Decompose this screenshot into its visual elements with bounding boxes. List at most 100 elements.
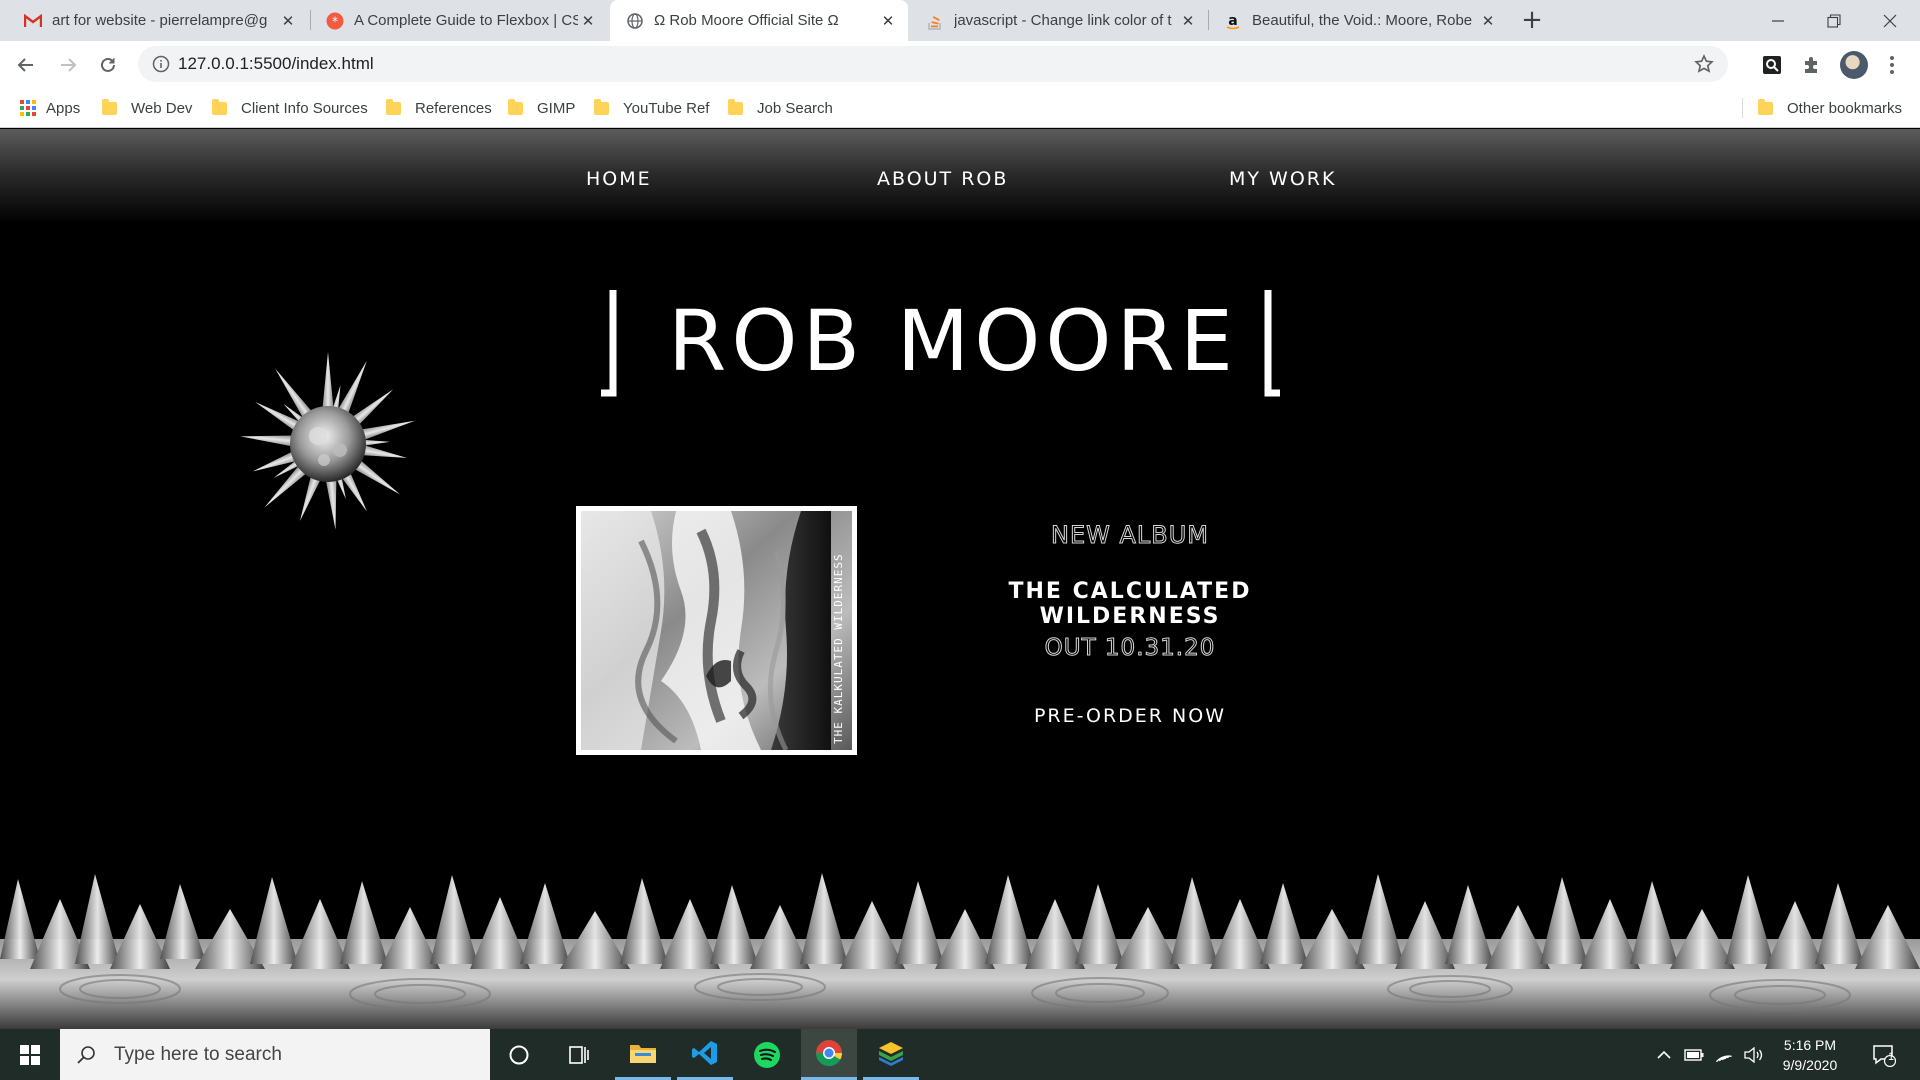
tab-stackoverflow[interactable]: javascript - Change link color of t ✕ xyxy=(910,0,1208,41)
tab-title: javascript - Change link color of t xyxy=(954,12,1172,29)
bluestacks-icon[interactable] xyxy=(863,1029,919,1080)
folder-icon xyxy=(1758,98,1773,115)
css-tricks-icon: * xyxy=(326,12,344,30)
gmail-icon xyxy=(24,12,42,30)
wifi-icon[interactable] xyxy=(1710,1029,1738,1080)
tab-rob-moore-site[interactable]: Ω Rob Moore Official Site Ω ✕ xyxy=(610,0,908,41)
nav-about-link[interactable]: ABOUT ROB xyxy=(877,168,1008,190)
folder-icon xyxy=(728,98,743,115)
bookmark-client-info-sources[interactable]: Client Info Sources xyxy=(212,88,368,128)
folder-icon xyxy=(212,98,227,115)
address-bar[interactable]: 127.0.0.1:5500/index.html xyxy=(138,46,1728,82)
bookmark-label: Client Info Sources xyxy=(241,99,368,117)
close-icon[interactable]: ✕ xyxy=(578,12,598,30)
stackoverflow-icon xyxy=(926,12,944,30)
bookmark-label: Apps xyxy=(46,99,81,117)
folder-icon xyxy=(594,98,609,115)
profile-avatar[interactable] xyxy=(1840,51,1868,79)
tab-title: Beautiful, the Void.: Moore, Robe xyxy=(1252,12,1473,29)
web-page: HOME ABOUT ROB MY WORK ROB MOORE THE KAL… xyxy=(0,129,1920,1029)
bookmark-youtube-ref[interactable]: YouTube Ref xyxy=(594,88,709,128)
bookmark-label: Other bookmarks xyxy=(1787,99,1903,117)
bookmark-gimp[interactable]: GIMP xyxy=(508,88,575,128)
bookmark-job-search[interactable]: Job Search xyxy=(728,88,833,128)
close-icon[interactable]: ✕ xyxy=(278,12,298,30)
close-window-button[interactable] xyxy=(1862,0,1918,41)
spiky-orb-image xyxy=(240,352,415,530)
task-view-icon[interactable] xyxy=(551,1029,607,1080)
tab-gmail[interactable]: art for website - pierrelampre@g ✕ xyxy=(8,0,308,41)
bookmark-label: YouTube Ref xyxy=(623,99,710,117)
bookmark-star-icon[interactable] xyxy=(1694,54,1714,78)
bookmark-apps[interactable]: Apps xyxy=(20,88,80,128)
file-explorer-icon[interactable] xyxy=(615,1029,671,1080)
windows-taskbar: Type here to search 5:16 PM 9/9/2020 1 xyxy=(0,1029,1920,1080)
notifications-icon[interactable]: 1 xyxy=(1862,1029,1906,1080)
tab-title: A Complete Guide to Flexbox | CS xyxy=(354,12,578,29)
taskbar-clock[interactable]: 5:16 PM 9/9/2020 xyxy=(1765,1035,1855,1075)
site-navigation: HOME ABOUT ROB MY WORK xyxy=(0,129,1920,224)
bookmark-references[interactable]: References xyxy=(386,88,492,128)
album-cover-title: THE KALKULATED WILDERNESS xyxy=(832,553,845,744)
bookmarks-divider xyxy=(1742,98,1743,118)
cortana-icon[interactable] xyxy=(491,1029,547,1080)
album-name: THE CALCULATED WILDERNESS xyxy=(1008,579,1252,629)
extensions-puzzle-icon[interactable] xyxy=(1800,53,1824,77)
spiky-landscape-image xyxy=(0,873,1920,1029)
apps-grid-icon xyxy=(20,100,36,116)
folder-icon xyxy=(102,98,117,115)
minimize-button[interactable] xyxy=(1750,0,1806,41)
close-icon[interactable]: ✕ xyxy=(1178,12,1198,30)
tab-title: Ω Rob Moore Official Site Ω xyxy=(654,12,839,29)
bookmark-web-dev[interactable]: Web Dev xyxy=(102,88,192,128)
album-abstract-image xyxy=(581,511,852,750)
left-bracket-decoration xyxy=(601,290,617,397)
bookmark-label: GIMP xyxy=(537,99,576,117)
new-album-label: NEW ALBUM xyxy=(1050,521,1209,550)
svg-text:*: * xyxy=(332,14,338,28)
clock-date: 9/9/2020 xyxy=(1782,1057,1838,1073)
search-placeholder: Type here to search xyxy=(114,1043,282,1065)
site-title: ROB MOORE xyxy=(668,292,1238,390)
amazon-icon: a xyxy=(1224,12,1242,30)
lens-extension-icon[interactable] xyxy=(1760,53,1784,77)
windows-start-button[interactable] xyxy=(2,1029,58,1080)
info-icon[interactable] xyxy=(152,55,170,77)
release-date: OUT 10.31.20 xyxy=(1044,635,1216,662)
reload-button[interactable] xyxy=(92,49,124,81)
show-hidden-icons-chevron[interactable] xyxy=(1650,1029,1678,1080)
bookmark-label: Web Dev xyxy=(131,99,193,117)
close-icon[interactable]: ✕ xyxy=(878,12,898,30)
bookmark-other-bookmarks[interactable]: Other bookmarks xyxy=(1758,88,1902,128)
menu-kebab-icon[interactable] xyxy=(1880,53,1904,77)
search-icon xyxy=(76,1045,96,1065)
back-button[interactable] xyxy=(10,49,42,81)
forward-button[interactable] xyxy=(52,49,84,81)
tab-title: art for website - pierrelampre@g xyxy=(52,12,268,29)
globe-icon xyxy=(626,12,644,30)
bookmark-label: Job Search xyxy=(757,99,833,117)
album-cover[interactable]: THE KALKULATED WILDERNESS xyxy=(576,506,857,755)
nav-home-link[interactable]: HOME xyxy=(586,168,652,190)
album-cover-art: THE KALKULATED WILDERNESS xyxy=(581,511,852,750)
taskbar-search-box[interactable]: Type here to search xyxy=(60,1029,490,1080)
notification-count: 1 xyxy=(1888,1051,1895,1063)
bookmark-label: References xyxy=(415,99,492,117)
clock-time: 5:16 PM xyxy=(1783,1037,1837,1053)
restore-button[interactable] xyxy=(1806,0,1862,41)
tab-amazon[interactable]: a Beautiful, the Void.: Moore, Robe ✕ xyxy=(1208,0,1508,41)
spotify-icon[interactable] xyxy=(739,1029,795,1080)
tab-strip: art for website - pierrelampre@g ✕ * A C… xyxy=(0,0,1920,41)
vscode-icon[interactable] xyxy=(677,1029,733,1080)
pre-order-link[interactable]: PRE-ORDER NOW xyxy=(930,705,1330,727)
right-bracket-decoration xyxy=(1264,290,1280,397)
folder-icon xyxy=(386,98,401,115)
chrome-icon[interactable] xyxy=(801,1029,857,1080)
tab-flexbox-guide[interactable]: * A Complete Guide to Flexbox | CS ✕ xyxy=(310,0,608,41)
nav-my-work-link[interactable]: MY WORK xyxy=(1229,168,1336,190)
volume-icon[interactable] xyxy=(1740,1029,1768,1080)
battery-icon[interactable] xyxy=(1680,1029,1708,1080)
new-tab-button[interactable]: + xyxy=(1518,6,1546,34)
close-icon[interactable]: ✕ xyxy=(1478,12,1498,30)
browser-toolbar: 127.0.0.1:5500/index.html xyxy=(0,41,1920,88)
